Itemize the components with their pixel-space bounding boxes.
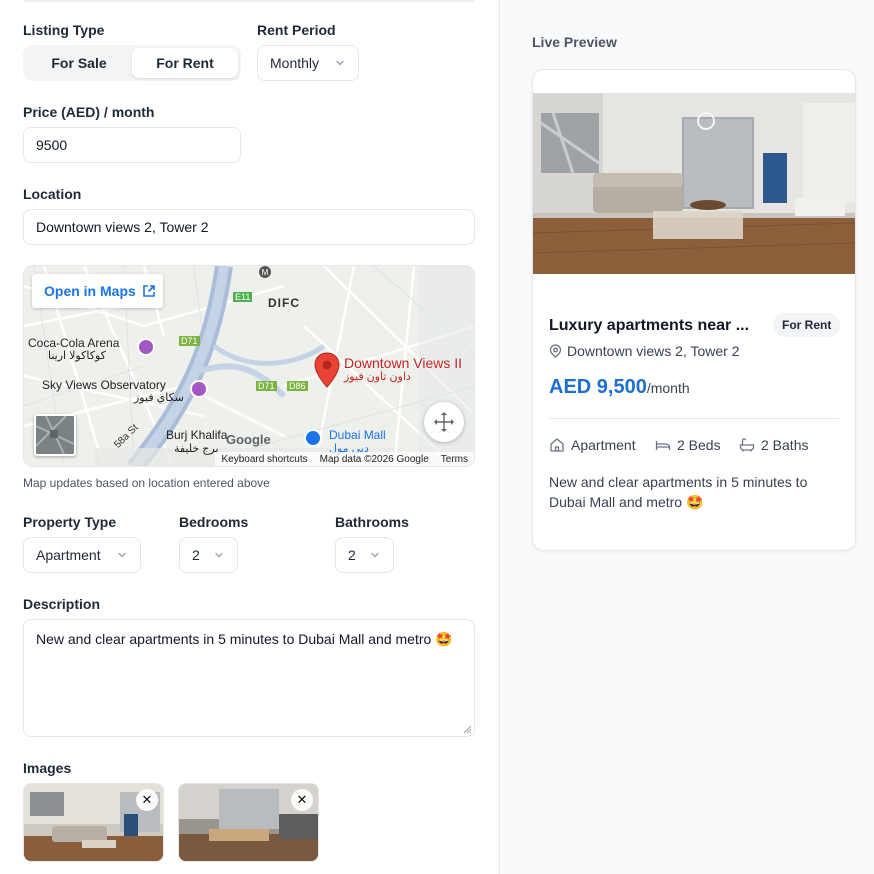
listing-price: AED 9,500/month — [549, 376, 690, 399]
price-amount: AED 9,500 — [549, 376, 647, 398]
map-label-burj: Burj Khalifa — [166, 428, 228, 442]
road-d71-shield-2: D71 — [256, 381, 277, 391]
close-icon: ✕ — [141, 792, 153, 807]
map-label-sky-views: Sky Views Observatory — [42, 378, 166, 392]
remove-image-2-button[interactable]: ✕ — [291, 789, 313, 811]
map-note: Map updates based on location entered ab… — [23, 476, 270, 490]
listing-title: Luxury apartments near ... — [549, 317, 750, 334]
road-d71-shield: D71 — [179, 336, 200, 346]
google-logo: Google — [226, 432, 271, 447]
open-in-maps-label: Open in Maps — [44, 283, 136, 299]
bathrooms-label: Bathrooms — [335, 514, 409, 530]
property-type-label: Property Type — [23, 514, 117, 530]
chevron-down-icon — [215, 552, 223, 558]
metro-label: M — [261, 267, 269, 277]
map-label-downtown-views-ar: داون تاون فيوز — [344, 371, 411, 383]
bedrooms-select[interactable]: 2 — [179, 537, 238, 573]
chevron-down-icon — [336, 60, 344, 66]
satellite-thumbnail-icon — [36, 416, 74, 454]
shopping-pin-icon[interactable] — [304, 429, 322, 447]
rent-period-label: Rent Period — [257, 22, 336, 38]
listing-photo — [533, 93, 855, 274]
feature-type-text: Apartment — [571, 437, 636, 453]
road-e11-shield: E11 — [233, 292, 253, 302]
location-label: Location — [23, 186, 82, 202]
feature-baths: 2 Baths — [739, 437, 808, 453]
map-label-dubai-mall: Dubai Mall — [329, 428, 386, 442]
card-divider — [549, 418, 839, 419]
rent-period-select[interactable]: Monthly — [257, 45, 359, 81]
rent-period-value: Monthly — [270, 55, 320, 71]
resize-handle-icon[interactable] — [462, 724, 472, 734]
image-thumbnail-2[interactable]: ✕ — [178, 783, 319, 862]
map-camera-control[interactable] — [424, 402, 464, 442]
metro-station-icon: M — [259, 266, 271, 278]
image-thumbnail-1[interactable]: ✕ — [23, 783, 164, 862]
satellite-toggle[interactable] — [34, 414, 76, 456]
map-label-difc: DIFC — [268, 296, 300, 310]
top-divider — [23, 0, 475, 2]
map-pin-icon — [549, 344, 562, 358]
price-label: Price (AED) / month — [23, 104, 155, 120]
location-map[interactable]: DIFC M E11 D71 D71 D86 58a St Coca-Cola … — [23, 265, 475, 467]
attraction-pin-icon[interactable] — [190, 380, 208, 398]
feature-type: Apartment — [549, 437, 636, 453]
listing-type-badge: For Rent — [773, 313, 841, 337]
external-link-icon — [142, 285, 155, 297]
listing-form-panel: Listing Type For Sale For Rent Rent Peri… — [0, 0, 500, 874]
map-pin-icon[interactable] — [314, 352, 340, 388]
feature-beds: 2 Beds — [655, 437, 721, 453]
expand-icon — [434, 412, 454, 432]
map-footer: Keyboard shortcuts Map data ©2026 Google… — [215, 452, 474, 466]
map-label-sky-views-ar: سكاي فيوز — [134, 392, 184, 404]
listing-description: New and clear apartments in 5 minutes to… — [549, 474, 808, 510]
bathrooms-value: 2 — [348, 547, 356, 563]
apartment-photo — [533, 93, 855, 274]
bathrooms-select[interactable]: 2 — [335, 537, 394, 573]
remove-image-1-button[interactable]: ✕ — [136, 789, 158, 811]
open-in-maps-link[interactable]: Open in Maps — [32, 274, 163, 308]
terms-link[interactable]: Terms — [441, 454, 468, 465]
venue-pin-icon[interactable] — [137, 338, 155, 356]
close-icon: ✕ — [296, 792, 308, 807]
bedrooms-value: 2 — [192, 547, 200, 563]
map-label-downtown-views: Downtown Views II — [344, 355, 463, 371]
bed-icon — [655, 441, 671, 450]
listing-location: Downtown views 2, Tower 2 — [549, 343, 739, 359]
listing-location-text: Downtown views 2, Tower 2 — [567, 343, 740, 359]
keyboard-shortcuts-link[interactable]: Keyboard shortcuts — [221, 454, 307, 465]
home-icon — [550, 438, 564, 452]
description-label: Description — [23, 596, 101, 612]
price-period: /month — [646, 380, 690, 396]
description-text: New and clear apartments in 5 minutes to… — [36, 631, 453, 647]
live-preview-heading: Live Preview — [532, 34, 617, 50]
map-label-coca-cola: Coca-Cola Arena — [28, 336, 120, 350]
images-label: Images — [23, 760, 72, 776]
location-input[interactable]: Downtown views 2, Tower 2 — [23, 209, 475, 245]
listing-type-toggle: For Sale For Rent — [23, 45, 241, 81]
description-textarea[interactable]: New and clear apartments in 5 minutes to… — [23, 619, 475, 737]
bath-icon — [739, 438, 755, 452]
map-data-attribution: Map data ©2026 Google — [319, 453, 429, 465]
map-label-burj-ar: برج خليفة — [174, 443, 219, 455]
listing-preview-card[interactable]: Luxury apartments near ... For Rent Down… — [532, 69, 856, 551]
chevron-down-icon — [371, 552, 379, 558]
property-type-select[interactable]: Apartment — [23, 537, 141, 573]
for-sale-option[interactable]: For Sale — [26, 48, 132, 78]
map-label-coca-cola-ar: كوكاكولا ارينا — [48, 350, 106, 362]
road-d86-shield: D86 — [287, 381, 308, 391]
chevron-down-icon — [118, 552, 126, 558]
feature-baths-text: 2 Baths — [761, 437, 809, 453]
bedrooms-label: Bedrooms — [179, 514, 249, 530]
for-rent-option[interactable]: For Rent — [132, 48, 238, 78]
price-input[interactable]: 9500 — [23, 127, 241, 163]
property-type-value: Apartment — [36, 547, 101, 563]
listing-type-label: Listing Type — [23, 22, 105, 38]
feature-beds-text: 2 Beds — [677, 437, 721, 453]
